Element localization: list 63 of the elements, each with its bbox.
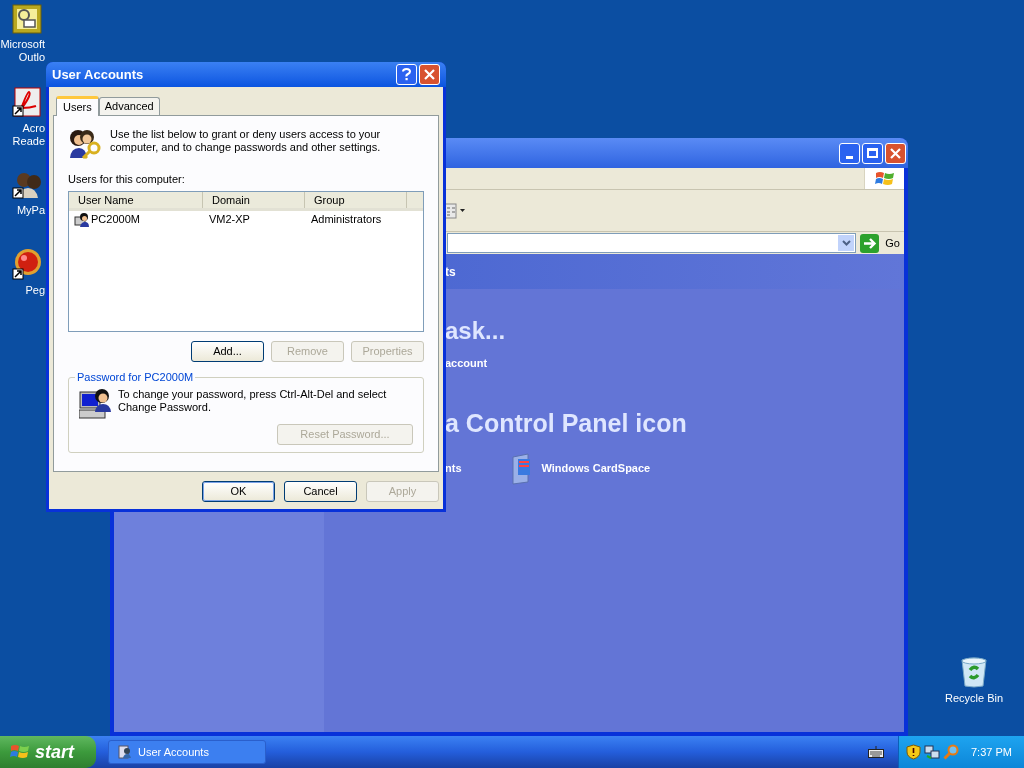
go-button[interactable]: Go [856,233,904,253]
dropdown-button[interactable] [838,235,855,251]
users-icon [118,745,132,759]
taskbar-button[interactable]: User Accounts [108,740,266,764]
intro-text: Use the list below to grant or deny users access to your computer, and to change passwords and other settings. [110,128,382,155]
table-cell-text: PC2000M [91,212,140,228]
calendar-envelope-icon [11,4,42,34]
icon-label[interactable]: Acro Reade [12,122,45,148]
control-panel-link[interactable]: Windows CardSpace [541,460,651,477]
column-header[interactable]: Domain [203,192,305,208]
shield-icon [906,744,921,760]
password-hint: To change your password, press Ctrl-Alt-Del and select Change Password. [118,387,388,415]
document-icon [11,86,42,118]
tab[interactable]: Users [56,96,99,116]
recycle-bin-icon [959,656,989,688]
icon-label[interactable]: MyPa [16,204,45,217]
tab[interactable]: Advanced [98,97,160,115]
header-text: ts [445,263,456,281]
users-label: Users for this computer: [68,173,186,186]
ball-icon [11,248,42,280]
minimize-button[interactable] [839,142,860,164]
icon-label[interactable]: Recycle Bin [944,692,1004,705]
table-cell: VM2-XP [209,213,250,226]
computer-user-icon [79,387,112,420]
users-list[interactable]: User Name Domain Group PC2000M VM2-XP Administrators [68,191,424,332]
magnifier-icon [943,744,959,760]
close-button[interactable] [885,142,906,164]
control-panel-link[interactable]: nts [445,460,462,477]
column-header[interactable]: User Name [69,192,203,208]
dialog-button[interactable]: Add... [191,341,264,362]
group-title: Password for PC2000M [76,370,195,385]
icon-label[interactable]: Peg [25,284,45,297]
maximize-button[interactable] [862,142,883,164]
close-icon [424,69,435,80]
views-button[interactable] [445,202,465,219]
address-field[interactable] [447,233,857,253]
dialog-button[interactable]: Cancel [284,481,357,502]
window-title: User Accounts [52,65,144,84]
task-heading: ask... [445,317,507,345]
keyboard-icon [868,746,884,758]
close-icon [890,147,901,159]
dialog-button[interactable]: OK [202,481,275,502]
help-icon [402,68,411,81]
users-key-icon [68,128,102,160]
close-button[interactable] [419,64,440,85]
icon-label[interactable]: Microsoft Outlo [0,38,45,64]
help-button[interactable] [396,64,417,85]
views-icon [445,202,457,219]
section-heading: a Control Panel icon [445,407,688,438]
clock: 7:37 PM [971,744,1012,760]
windows-flag-icon [10,743,30,761]
windows-flag-icon [874,169,895,188]
user-icon [74,211,90,228]
network-icon [924,744,940,760]
arrow-right-icon [860,233,880,253]
people-icon [11,170,42,200]
table-cell: Administrators [311,213,382,226]
table-row[interactable]: PC2000M VM2-XP Administrators [69,211,423,228]
chevron-down-icon [841,240,851,246]
column-header[interactable]: Group [305,192,407,208]
caret-icon [460,209,465,212]
start-button[interactable]: start [0,736,96,768]
task-link[interactable]: account [445,355,488,372]
